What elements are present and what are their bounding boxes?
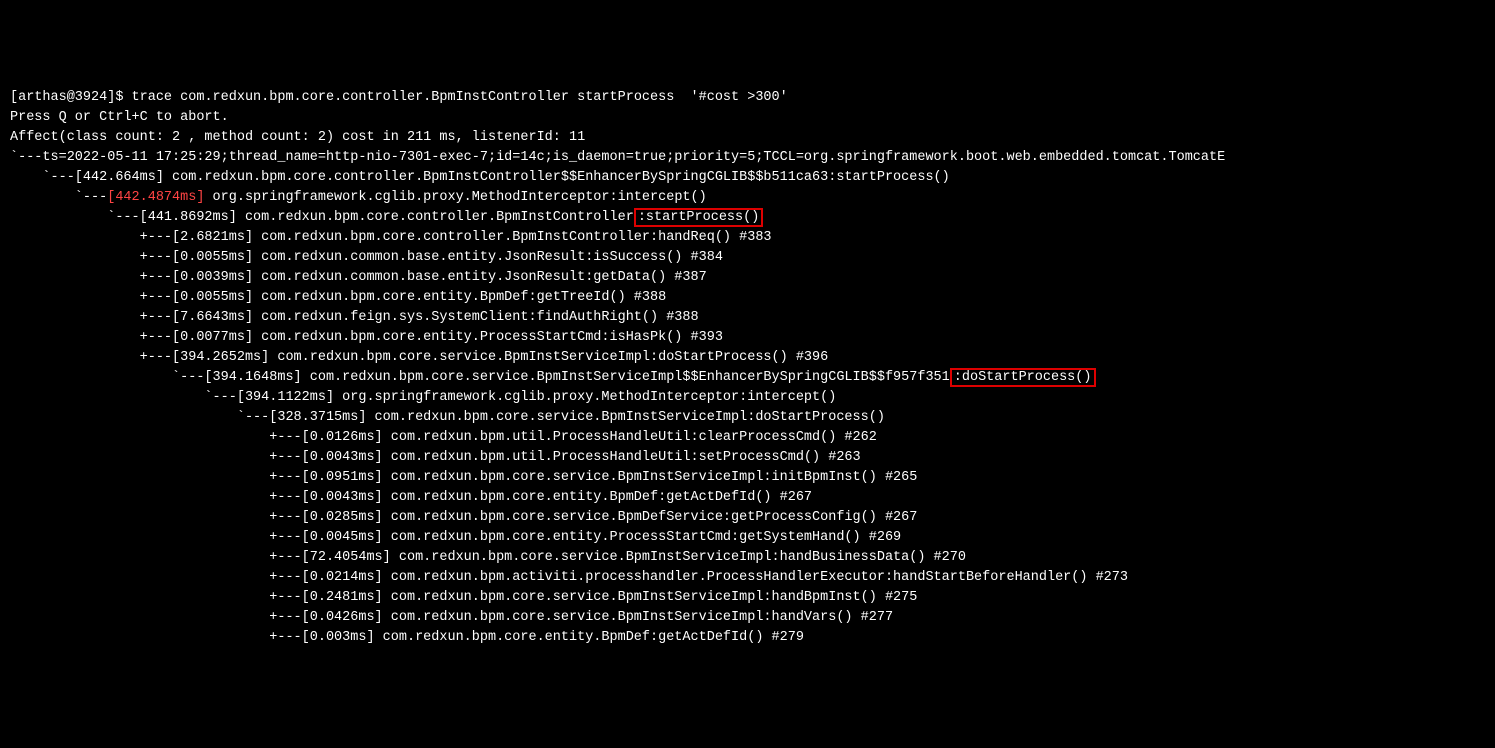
trace-line: `---[441.8692ms] com.redxun.bpm.core.con… (10, 210, 634, 225)
trace-line: +---[0.003ms] com.redxun.bpm.core.entity… (10, 630, 804, 645)
trace-line: +---[7.6643ms] com.redxun.feign.sys.Syst… (10, 310, 699, 325)
trace-line: +---[0.2481ms] com.redxun.bpm.core.servi… (10, 590, 917, 605)
trace-line: +---[0.0285ms] com.redxun.bpm.core.servi… (10, 510, 917, 525)
trace-line: +---[0.0039ms] com.redxun.common.base.en… (10, 270, 707, 285)
slow-timing: [442.4874ms] (107, 190, 204, 205)
trace-line: +---[0.0126ms] com.redxun.bpm.util.Proce… (10, 430, 877, 445)
terminal-output: [arthas@3924]$ trace com.redxun.bpm.core… (10, 88, 1485, 648)
affect-line: Affect(class count: 2 , method count: 2)… (10, 130, 585, 145)
abort-hint: Press Q or Ctrl+C to abort. (10, 110, 229, 125)
trace-line: `---[328.3715ms] com.redxun.bpm.core.ser… (10, 410, 885, 425)
trace-line: +---[0.0951ms] com.redxun.bpm.core.servi… (10, 470, 917, 485)
trace-line: `---[442.664ms] com.redxun.bpm.core.cont… (10, 170, 950, 185)
trace-line: +---[0.0426ms] com.redxun.bpm.core.servi… (10, 610, 893, 625)
method-highlight-dostart: :doStartProcess() (950, 368, 1096, 387)
trace-line: +---[394.2652ms] com.redxun.bpm.core.ser… (10, 350, 828, 365)
trace-line: +---[0.0077ms] com.redxun.bpm.core.entit… (10, 330, 723, 345)
trace-line: +---[0.0055ms] com.redxun.common.base.en… (10, 250, 723, 265)
trace-line: +---[72.4054ms] com.redxun.bpm.core.serv… (10, 550, 966, 565)
trace-line: +---[0.0055ms] com.redxun.bpm.core.entit… (10, 290, 666, 305)
trace-line: +---[0.0043ms] com.redxun.bpm.util.Proce… (10, 450, 861, 465)
prompt: [arthas@3924]$ (10, 90, 132, 105)
trace-line: `---[394.1122ms] org.springframework.cgl… (10, 390, 836, 405)
trace-line: +---[0.0043ms] com.redxun.bpm.core.entit… (10, 490, 812, 505)
trace-line: `--- (10, 190, 107, 205)
trace-line: `---ts=2022-05-11 17:25:29;thread_name=h… (10, 150, 1225, 165)
trace-line: +---[2.6821ms] com.redxun.bpm.core.contr… (10, 230, 772, 245)
method-highlight-start-process: :startProcess() (634, 208, 764, 227)
trace-line: `---[394.1648ms] com.redxun.bpm.core.ser… (10, 370, 950, 385)
command-text: trace com.redxun.bpm.core.controller.Bpm… (132, 90, 788, 105)
trace-line: +---[0.0214ms] com.redxun.bpm.activiti.p… (10, 570, 1128, 585)
trace-line: +---[0.0045ms] com.redxun.bpm.core.entit… (10, 530, 901, 545)
trace-line: org.springframework.cglib.proxy.MethodIn… (204, 190, 706, 205)
